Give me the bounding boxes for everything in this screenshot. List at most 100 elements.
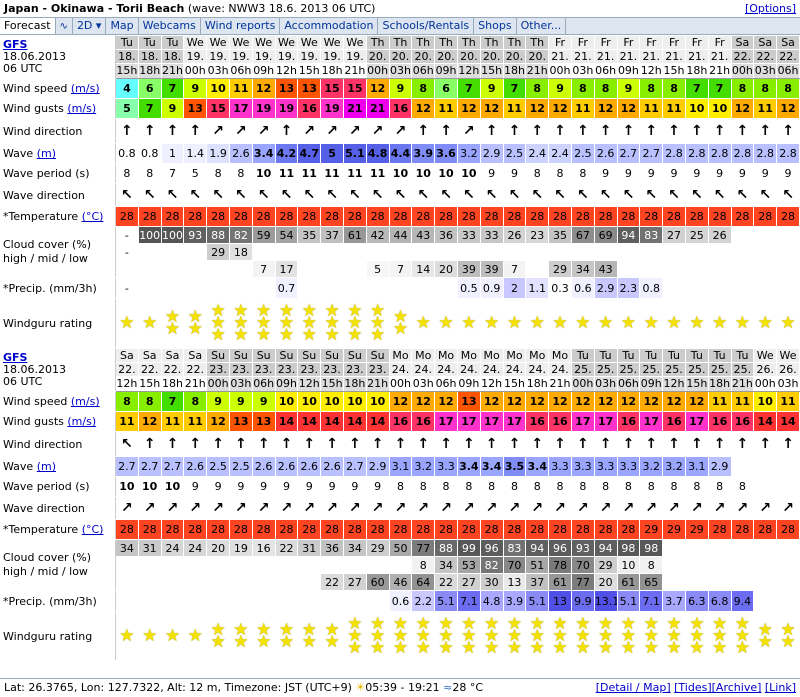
wave-direction-cell: ↗ xyxy=(639,496,664,520)
options-link[interactable]: [Options] xyxy=(745,0,796,17)
wind-gusts-cell: 17 xyxy=(570,411,595,432)
precipitation-cell: 9.9 xyxy=(570,590,595,612)
hour-label: 06h xyxy=(434,376,458,392)
cloud-cell: 34 xyxy=(570,260,595,278)
wave-arrow-icon: ↖ xyxy=(212,187,224,203)
wind-speed-unit-link[interactable]: (m/s) xyxy=(71,395,100,408)
wave-period-label: Wave period (s) xyxy=(0,476,116,497)
cloud-cell xyxy=(297,556,322,574)
hour-label: 18h xyxy=(502,63,527,79)
hour-label: 03h xyxy=(206,63,230,79)
cloud-cell xyxy=(183,573,208,591)
wind-direction-cell: ↑ xyxy=(707,431,732,457)
wind-speed-cell: 12 xyxy=(365,78,390,99)
precipitation-cell xyxy=(365,277,390,299)
cloud-cell: 8 xyxy=(639,556,664,574)
wind-gusts-cell: 5 xyxy=(115,98,139,119)
wave-direction-label: Wave direction xyxy=(0,183,116,207)
tides-link[interactable]: [Tides] xyxy=(674,681,712,694)
archive-link[interactable]: [Archive] xyxy=(712,681,762,694)
cloud-cell: 33 xyxy=(479,226,504,244)
hour-label: 21h xyxy=(342,63,367,79)
precipitation-cell xyxy=(342,277,367,299)
temperature-cell: 28 xyxy=(502,519,527,540)
tab-map[interactable]: Map xyxy=(106,18,139,34)
tab-wind-reports[interactable]: Wind reports xyxy=(201,18,281,34)
cloud-cell xyxy=(502,243,527,261)
wind-gusts-cell: 17 xyxy=(456,411,481,432)
tab-webcams[interactable]: Webcams xyxy=(139,18,201,34)
day-date: 25. xyxy=(593,362,618,377)
day-date: 19. xyxy=(228,49,253,64)
temperature-unit-link[interactable]: (°C) xyxy=(82,523,104,536)
wave-period-cell: 9 xyxy=(183,476,208,497)
cloud-cell xyxy=(662,556,686,574)
wind-gusts-cell: 13 xyxy=(183,98,208,119)
tab-shops[interactable]: Shops xyxy=(474,18,517,34)
wind-gusts-unit-link[interactable]: (m/s) xyxy=(67,102,96,115)
wave-cell: 2.7 xyxy=(137,456,162,477)
wind-arrow-icon: ↑ xyxy=(736,436,749,452)
link-link[interactable]: [Link] xyxy=(765,681,796,694)
wave-arrow-icon: ↖ xyxy=(303,187,316,203)
rating-cell: ★ xyxy=(570,298,595,348)
cloud-cell xyxy=(160,243,185,261)
cloud-cell: 94 xyxy=(593,539,618,557)
rating-cell: ★ ★ xyxy=(160,298,185,348)
day-name: Th xyxy=(502,35,527,50)
wave-direction-cell: ↖ xyxy=(388,183,413,207)
star-icon: ★ xyxy=(347,638,363,658)
wind-arrow-icon: ↑ xyxy=(554,123,566,139)
star-icon: ★ xyxy=(187,626,203,646)
detail-map-link[interactable]: [Detail / Map] xyxy=(596,681,671,694)
cloud-cell xyxy=(342,260,367,278)
tab-forecast[interactable]: Forecast xyxy=(0,18,56,34)
tab-accommodation[interactable]: Accommodation xyxy=(280,18,379,34)
temperature-unit-link[interactable]: (°C) xyxy=(82,210,104,223)
wind-speed-label: Wind speed (m/s) xyxy=(0,78,116,99)
wave-direction-cell: ↖ xyxy=(137,183,162,207)
wind-gusts-cell: 12 xyxy=(411,98,436,119)
wind-speed-cell: 12 xyxy=(388,391,413,412)
tab-schools-rentals[interactable]: Schools/Rentals xyxy=(378,18,475,34)
wind-direction-cell: ↑ xyxy=(456,431,481,457)
tab-graph[interactable]: ∿ xyxy=(56,18,73,34)
wave-arrow-icon: ↖ xyxy=(690,187,703,203)
day-date: 20. xyxy=(479,49,504,64)
wind-direction-cell: ↑ xyxy=(639,431,664,457)
wave-cell: 3.4 xyxy=(525,456,550,477)
precipitation-cell xyxy=(160,277,185,299)
precipitation-cell: 0.5 xyxy=(456,277,481,299)
hour-label: 00h xyxy=(183,63,208,79)
wind-speed-unit-link[interactable]: (m/s) xyxy=(71,82,100,95)
wave-direction-cell: ↖ xyxy=(297,183,322,207)
cloud-cell xyxy=(456,243,481,261)
wave-direction-cell: ↖ xyxy=(707,183,732,207)
wave-arrow-icon: ↗ xyxy=(690,500,703,516)
wind-speed-label: Wind speed (m/s) xyxy=(0,391,116,412)
wind-gusts-cell: 12 xyxy=(525,98,550,119)
wave-unit-link[interactable]: (m) xyxy=(37,147,56,160)
cloud-cell xyxy=(730,243,755,261)
wind-speed-cell: 4 xyxy=(115,78,139,99)
wave-cell: 2.7 xyxy=(115,456,139,477)
precipitation-cell xyxy=(707,277,732,299)
wave-cell: 2.5 xyxy=(502,143,527,164)
wind-direction-cell: ↑ xyxy=(616,431,641,457)
wind-speed-cell: 10 xyxy=(365,391,390,412)
hour-label: 21h xyxy=(548,376,572,392)
precipitation-cell xyxy=(160,590,185,612)
cloud-cell xyxy=(206,260,230,278)
cloud-cell xyxy=(753,539,778,557)
wind-arrow-icon: ↑ xyxy=(622,436,635,452)
precipitation-cell xyxy=(137,590,162,612)
temperature-cell: 28 xyxy=(570,519,595,540)
cloud-cell xyxy=(388,243,413,261)
tab-2d[interactable]: 2D ▾ xyxy=(73,18,107,34)
wind-gusts-unit-link[interactable]: (m/s) xyxy=(67,415,96,428)
tab-other[interactable]: Other... xyxy=(517,18,567,34)
wave-unit-link[interactable]: (m) xyxy=(37,460,56,473)
rating-cell: ★ xyxy=(183,611,208,661)
star-icon: ★ xyxy=(484,638,500,658)
day-date: 23. xyxy=(206,362,230,377)
